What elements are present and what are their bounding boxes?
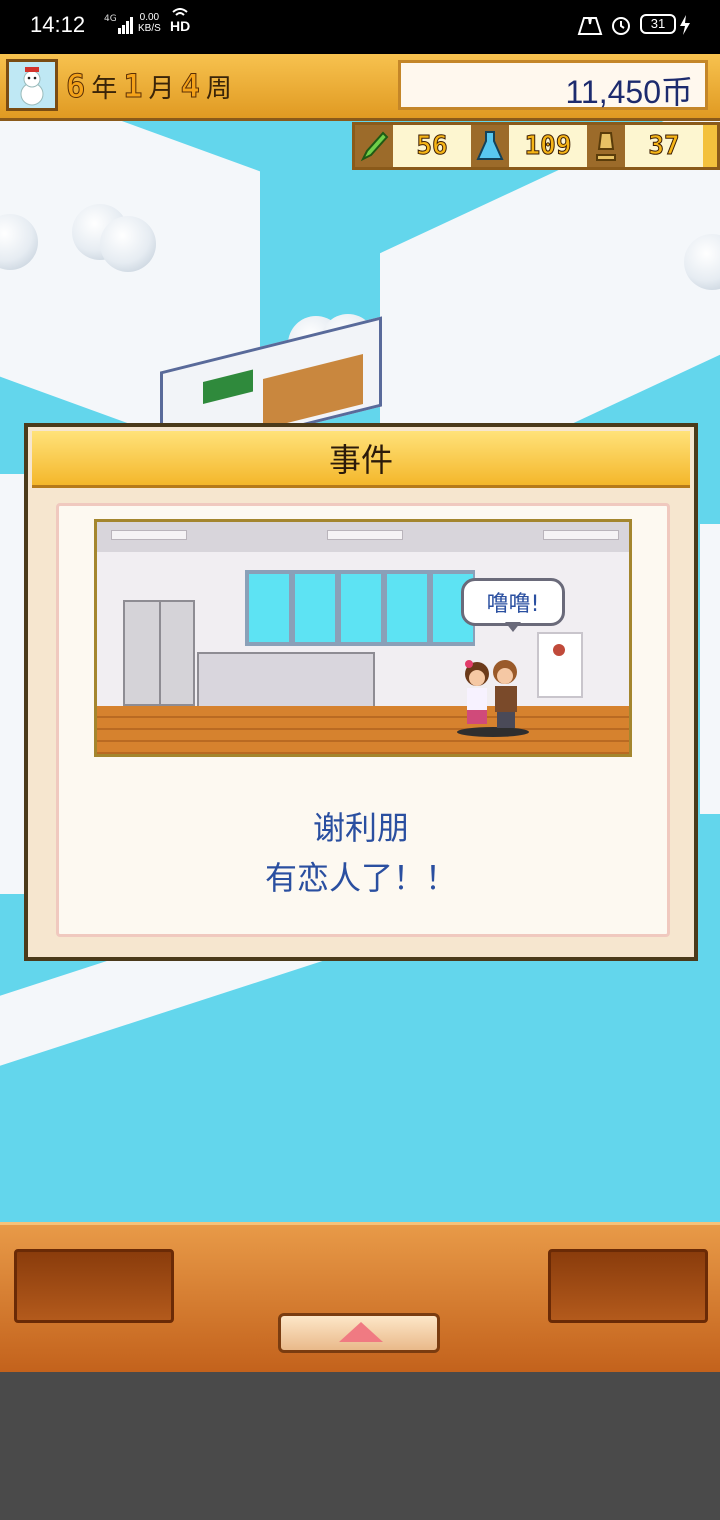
hd-badge: HD [170, 18, 191, 34]
wifi-icon [172, 8, 188, 16]
wall-poster [537, 632, 583, 698]
signal-icon [118, 17, 133, 34]
wooden-floor [97, 706, 629, 754]
dialog-title: 事件 [328, 441, 393, 479]
network-type: 4G [104, 14, 117, 24]
dialog-titlebar: 事件 [32, 431, 690, 488]
class-sign [203, 369, 253, 404]
speech-bubble-tail [505, 622, 521, 632]
event-dialog[interactable]: 事件 噜噜! 谢利朋 有恋人了！！ [24, 423, 698, 961]
snowy-tree [100, 216, 156, 272]
ceiling-light [543, 530, 619, 540]
speech-bubble: 噜噜! [461, 578, 565, 626]
ceiling-light [327, 530, 403, 540]
snowman-icon[interactable] [6, 59, 58, 111]
top-hud: 6 年 1 月 4 周 11,450币 [0, 54, 720, 121]
alarm-icon [612, 17, 630, 35]
trophy-icon [587, 125, 625, 167]
clock: 14:12 [30, 12, 86, 37]
pencil-icon [355, 125, 393, 167]
speech-bubble-text: 噜噜! [486, 592, 540, 617]
trophy-value: 37 [625, 125, 703, 167]
locker [123, 600, 195, 706]
event-message-line2: 有恋人了！！ [264, 859, 457, 897]
game-mode-icon [577, 17, 603, 35]
charging-icon [680, 15, 690, 35]
game-date: 6 年 1 月 4 周 [65, 64, 232, 108]
couple-characters [457, 660, 529, 737]
expand-menu-button[interactable] [278, 1313, 440, 1353]
network-speed: 0.00 KB/S [138, 12, 161, 34]
bottom-panel [0, 1222, 720, 1372]
status-bar: 14:12 4G 0.00 KB/S HD 31 [0, 0, 720, 54]
ceiling-light [111, 530, 187, 540]
resource-flask: 109 [471, 125, 587, 167]
resource-pencil: 56 [355, 125, 471, 167]
month-unit: 月 [148, 73, 175, 104]
event-scene-image: 噜噜! [94, 519, 632, 757]
week-value: 4 [180, 67, 200, 106]
battery-level: 31 [640, 14, 676, 34]
week-unit: 周 [205, 73, 232, 104]
classroom-floor [263, 354, 363, 429]
year-value: 6 [65, 67, 86, 106]
flask-icon [471, 125, 509, 167]
month-value: 1 [123, 67, 143, 106]
window-frame [245, 570, 475, 646]
year-unit: 年 [91, 73, 118, 104]
right-slot-button[interactable] [548, 1249, 708, 1323]
event-message-line1: 谢利朋 [312, 809, 409, 847]
pencil-value: 56 [393, 125, 471, 167]
up-arrow-icon [339, 1322, 383, 1342]
snow-field [700, 524, 720, 814]
resource-trophy: 37 [587, 125, 703, 167]
money-value: 11,450币 [565, 74, 693, 110]
flask-value: 109 [509, 125, 587, 167]
money-display: 11,450币 [398, 60, 708, 110]
resource-bar: 56 109 37 [352, 122, 720, 170]
left-slot-button[interactable] [14, 1249, 174, 1323]
shoe-cabinet [197, 652, 375, 708]
navigation-area [0, 1372, 720, 1520]
